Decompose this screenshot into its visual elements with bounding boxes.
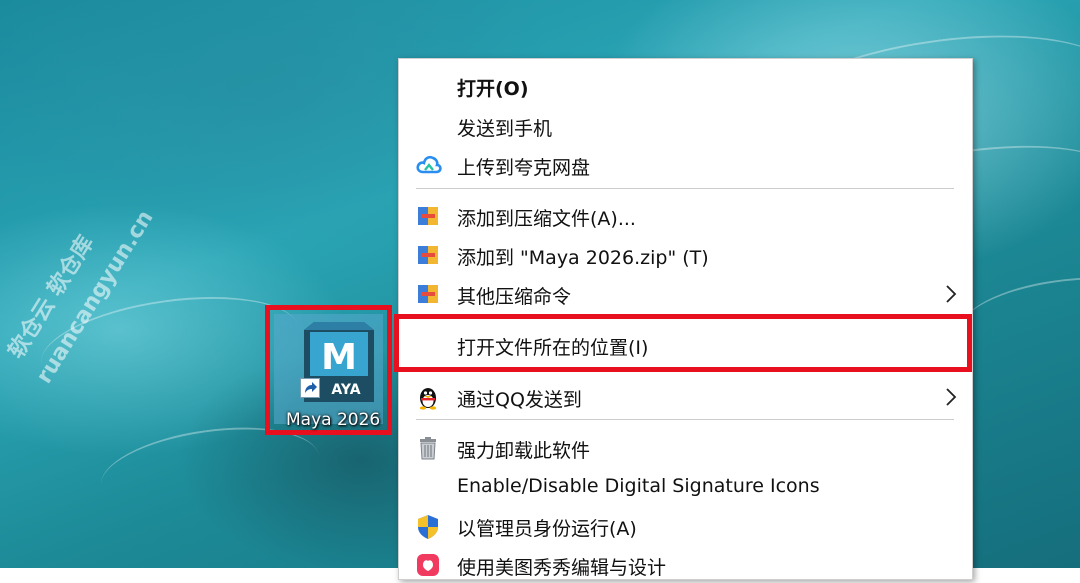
menu-separator bbox=[416, 419, 954, 420]
menu-item-digital-signature-icons[interactable]: Enable/Disable Digital Signature Icons bbox=[399, 467, 972, 505]
menu-item-label: 添加到压缩文件(A)... bbox=[457, 208, 636, 230]
shortcut-arrow-icon bbox=[300, 378, 320, 398]
menu-item-force-uninstall[interactable]: 强力卸载此软件 bbox=[399, 428, 972, 466]
maya-desktop-shortcut[interactable]: M AYA Maya 2026 bbox=[274, 314, 383, 430]
menu-item-label: 发送到手机 bbox=[457, 118, 553, 140]
menu-item-upload-quark[interactable]: 上传到夸克网盘 bbox=[399, 145, 972, 183]
trash-icon bbox=[416, 436, 440, 460]
menu-item-label: 以管理员身份运行(A) bbox=[457, 518, 637, 540]
menu-item-run-as-admin[interactable]: 以管理员身份运行(A) bbox=[399, 506, 972, 544]
highlight-annotation bbox=[394, 314, 972, 372]
chevron-right-icon bbox=[944, 283, 958, 305]
admin-shield-icon bbox=[416, 514, 440, 539]
menu-item-label: Enable/Disable Digital Signature Icons bbox=[457, 475, 820, 497]
menu-item-send-via-qq[interactable]: 通过QQ发送到 bbox=[399, 377, 972, 415]
archive-icon bbox=[416, 204, 440, 228]
menu-item-other-compress[interactable]: 其他压缩命令 bbox=[399, 274, 972, 312]
menu-item-open[interactable]: 打开(O) bbox=[399, 66, 972, 104]
chevron-right-icon bbox=[944, 386, 958, 408]
archive-icon bbox=[416, 243, 440, 267]
archive-icon bbox=[416, 282, 440, 306]
menu-item-label: 强力卸载此软件 bbox=[457, 440, 591, 462]
menu-item-label: 使用美图秀秀编辑与设计 bbox=[457, 557, 667, 579]
water-wave bbox=[955, 266, 1080, 366]
menu-item-label: 上传到夸克网盘 bbox=[457, 157, 591, 179]
menu-item-label: 打开(O) bbox=[457, 78, 529, 100]
maya-logo-subtext: AYA bbox=[331, 382, 360, 398]
qq-penguin-icon bbox=[416, 385, 440, 410]
quark-cloud-icon bbox=[416, 153, 442, 177]
maya-shortcut-highlight: M AYA Maya 2026 bbox=[265, 305, 392, 435]
menu-item-label: 其他压缩命令 bbox=[457, 286, 572, 308]
menu-item-send-to-phone[interactable]: 发送到手机 bbox=[399, 106, 972, 144]
shortcut-label: Maya 2026 bbox=[286, 410, 381, 430]
menu-item-label: 通过QQ发送到 bbox=[457, 389, 582, 411]
watermark: 软仓云 软仓库 ruancangyun.cn bbox=[3, 206, 159, 388]
menu-separator bbox=[416, 188, 954, 189]
maya-logo-letter: M bbox=[321, 337, 357, 378]
menu-item-meitu-edit[interactable]: 使用美图秀秀编辑与设计 bbox=[399, 545, 972, 583]
meitu-icon bbox=[416, 553, 440, 577]
menu-item-label: 添加到 "Maya 2026.zip" (T) bbox=[457, 247, 709, 269]
menu-item-add-to-archive[interactable]: 添加到压缩文件(A)... bbox=[399, 196, 972, 234]
menu-item-add-to-zip[interactable]: 添加到 "Maya 2026.zip" (T) bbox=[399, 235, 972, 273]
